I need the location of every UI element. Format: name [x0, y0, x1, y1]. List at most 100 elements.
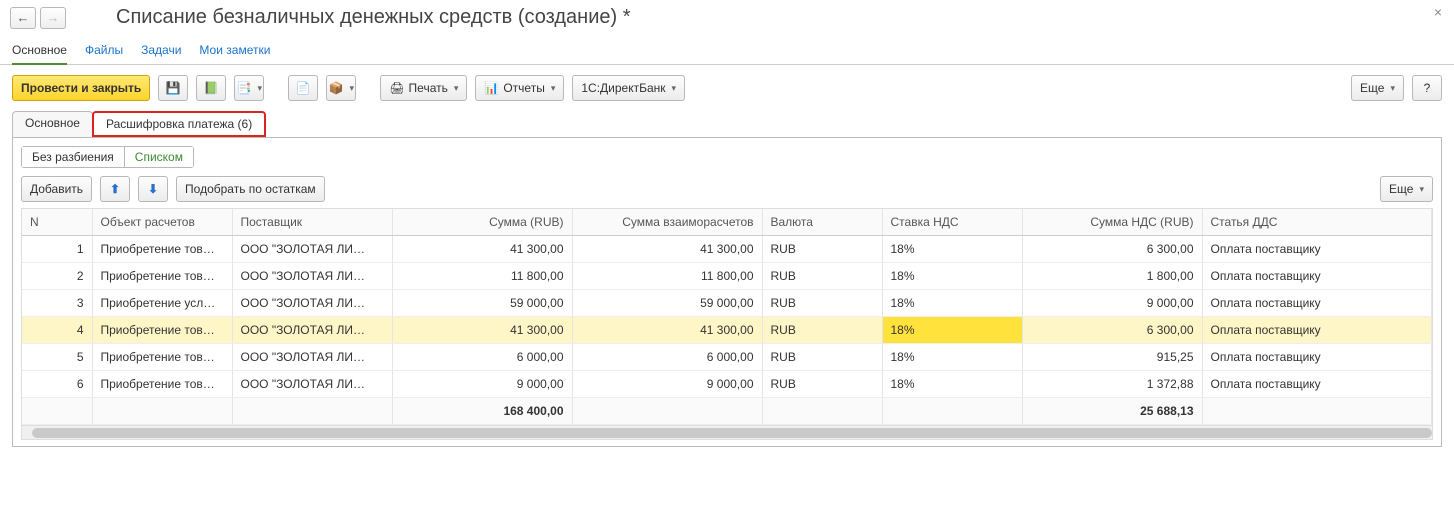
cell-sum_mutual[interactable]: 6 000,00	[572, 344, 762, 371]
nav-back-button[interactable]: ←	[10, 7, 36, 29]
cell-object[interactable]: Приобретение тов…	[92, 317, 232, 344]
cell-vat_sum[interactable]: 1 800,00	[1022, 263, 1202, 290]
chevron-down-icon: ▾	[258, 83, 263, 94]
view-list[interactable]: Списком	[125, 146, 194, 168]
subtab-main[interactable]: Основное	[12, 43, 67, 65]
cell-dds[interactable]: Оплата поставщику	[1202, 263, 1432, 290]
cell-sum_rub[interactable]: 11 800,00	[392, 263, 572, 290]
close-button[interactable]: ×	[1434, 4, 1442, 20]
save-button[interactable]: 💾	[158, 75, 188, 101]
cell-vat_sum[interactable]: 9 000,00	[1022, 290, 1202, 317]
more-button[interactable]: Еще▾	[1351, 75, 1404, 101]
cell-dds[interactable]: Оплата поставщику	[1202, 317, 1432, 344]
table-row[interactable]: 2Приобретение тов…ООО "ЗОЛОТАЯ ЛИ…11 800…	[22, 263, 1432, 290]
scrollbar-thumb[interactable]	[32, 428, 1432, 438]
help-button[interactable]: ?	[1412, 75, 1442, 101]
cell-vat_sum[interactable]: 1 372,88	[1022, 371, 1202, 398]
cell-supplier[interactable]: ООО "ЗОЛОТАЯ ЛИ…	[232, 290, 392, 317]
cell-sum_mutual[interactable]: 41 300,00	[572, 236, 762, 263]
cell-n[interactable]: 2	[22, 263, 92, 290]
structure-button[interactable]: 📦▾	[326, 75, 356, 101]
cell-currency[interactable]: RUB	[762, 371, 882, 398]
post-and-close-button[interactable]: Провести и закрыть	[12, 75, 150, 101]
nav-forward-button[interactable]: →	[40, 7, 66, 29]
pick-by-balance-button[interactable]: Подобрать по остаткам	[176, 176, 325, 202]
table-row[interactable]: 4Приобретение тов…ООО "ЗОЛОТАЯ ЛИ…41 300…	[22, 317, 1432, 344]
cell-sum_mutual[interactable]: 41 300,00	[572, 317, 762, 344]
table-row[interactable]: 1Приобретение тов…ООО "ЗОЛОТАЯ ЛИ…41 300…	[22, 236, 1432, 263]
cell-sum_rub[interactable]: 6 000,00	[392, 344, 572, 371]
cell-sum_rub[interactable]: 59 000,00	[392, 290, 572, 317]
cell-currency[interactable]: RUB	[762, 290, 882, 317]
col-vat-rate[interactable]: Ставка НДС	[882, 209, 1022, 236]
col-sum-mutual[interactable]: Сумма взаиморасчетов	[572, 209, 762, 236]
move-down-button[interactable]: ⬇	[138, 176, 168, 202]
table-row[interactable]: 5Приобретение тов…ООО "ЗОЛОТАЯ ЛИ…6 000,…	[22, 344, 1432, 371]
print-button[interactable]: 🖨Печать▾	[380, 75, 467, 101]
cell-vat_sum[interactable]: 6 300,00	[1022, 317, 1202, 344]
col-sum-rub[interactable]: Сумма (RUB)	[392, 209, 572, 236]
cell-object[interactable]: Приобретение тов…	[92, 236, 232, 263]
cell-vat_rate[interactable]: 18%	[882, 344, 1022, 371]
cell-sum_rub[interactable]: 9 000,00	[392, 371, 572, 398]
col-n[interactable]: N	[22, 209, 92, 236]
cell-vat_sum[interactable]: 915,25	[1022, 344, 1202, 371]
cell-vat_rate[interactable]: 18%	[882, 290, 1022, 317]
copy-create-button[interactable]: 📑▾	[234, 75, 264, 101]
reports-button[interactable]: 📊Отчеты▾	[475, 75, 564, 101]
view-mode-switch: Без разбиения Списком	[21, 146, 194, 168]
col-vat-sum[interactable]: Сумма НДС (RUB)	[1022, 209, 1202, 236]
cell-supplier[interactable]: ООО "ЗОЛОТАЯ ЛИ…	[232, 236, 392, 263]
direct-bank-button[interactable]: 1С:ДиректБанк▾	[572, 75, 685, 101]
subtab-notes[interactable]: Мои заметки	[199, 43, 270, 58]
col-dds[interactable]: Статья ДДС	[1202, 209, 1432, 236]
cell-object[interactable]: Приобретение тов…	[92, 263, 232, 290]
cell-supplier[interactable]: ООО "ЗОЛОТАЯ ЛИ…	[232, 317, 392, 344]
cell-object[interactable]: Приобретение усл…	[92, 290, 232, 317]
cell-n[interactable]: 6	[22, 371, 92, 398]
cell-supplier[interactable]: ООО "ЗОЛОТАЯ ЛИ…	[232, 263, 392, 290]
post-button[interactable]: 📗	[196, 75, 226, 101]
cell-supplier[interactable]: ООО "ЗОЛОТАЯ ЛИ…	[232, 371, 392, 398]
cell-n[interactable]: 1	[22, 236, 92, 263]
col-supplier[interactable]: Поставщик	[232, 209, 392, 236]
move-up-button[interactable]: ⬆	[100, 176, 130, 202]
cell-sum_rub[interactable]: 41 300,00	[392, 236, 572, 263]
subtab-tasks[interactable]: Задачи	[141, 43, 181, 58]
cell-currency[interactable]: RUB	[762, 236, 882, 263]
cell-currency[interactable]: RUB	[762, 263, 882, 290]
table-more-button[interactable]: Еще▾	[1380, 176, 1433, 202]
cell-object[interactable]: Приобретение тов…	[92, 344, 232, 371]
cell-vat_rate[interactable]: 18%	[882, 236, 1022, 263]
col-object[interactable]: Объект расчетов	[92, 209, 232, 236]
cell-sum_mutual[interactable]: 9 000,00	[572, 371, 762, 398]
subtab-files[interactable]: Файлы	[85, 43, 123, 58]
cell-n[interactable]: 5	[22, 344, 92, 371]
horizontal-scrollbar[interactable]	[22, 425, 1432, 439]
tab-payment-breakdown[interactable]: Расшифровка платежа (6)	[92, 111, 266, 137]
cell-dds[interactable]: Оплата поставщику	[1202, 236, 1432, 263]
table-row[interactable]: 6Приобретение тов…ООО "ЗОЛОТАЯ ЛИ…9 000,…	[22, 371, 1432, 398]
cell-currency[interactable]: RUB	[762, 344, 882, 371]
tab-main[interactable]: Основное	[12, 111, 93, 137]
cell-object[interactable]: Приобретение тов…	[92, 371, 232, 398]
based-on-button[interactable]: 📄	[288, 75, 318, 101]
cell-sum_rub[interactable]: 41 300,00	[392, 317, 572, 344]
cell-currency[interactable]: RUB	[762, 317, 882, 344]
cell-supplier[interactable]: ООО "ЗОЛОТАЯ ЛИ…	[232, 344, 392, 371]
cell-dds[interactable]: Оплата поставщику	[1202, 371, 1432, 398]
cell-sum_mutual[interactable]: 59 000,00	[572, 290, 762, 317]
cell-n[interactable]: 4	[22, 317, 92, 344]
cell-vat_sum[interactable]: 6 300,00	[1022, 236, 1202, 263]
cell-dds[interactable]: Оплата поставщику	[1202, 344, 1432, 371]
cell-vat_rate[interactable]: 18%	[882, 371, 1022, 398]
cell-vat_rate[interactable]: 18%	[882, 263, 1022, 290]
cell-sum_mutual[interactable]: 11 800,00	[572, 263, 762, 290]
cell-vat_rate[interactable]: 18%	[882, 317, 1022, 344]
col-currency[interactable]: Валюта	[762, 209, 882, 236]
cell-dds[interactable]: Оплата поставщику	[1202, 290, 1432, 317]
table-row[interactable]: 3Приобретение усл…ООО "ЗОЛОТАЯ ЛИ…59 000…	[22, 290, 1432, 317]
add-row-button[interactable]: Добавить	[21, 176, 92, 202]
view-no-split[interactable]: Без разбиения	[21, 146, 125, 168]
cell-n[interactable]: 3	[22, 290, 92, 317]
